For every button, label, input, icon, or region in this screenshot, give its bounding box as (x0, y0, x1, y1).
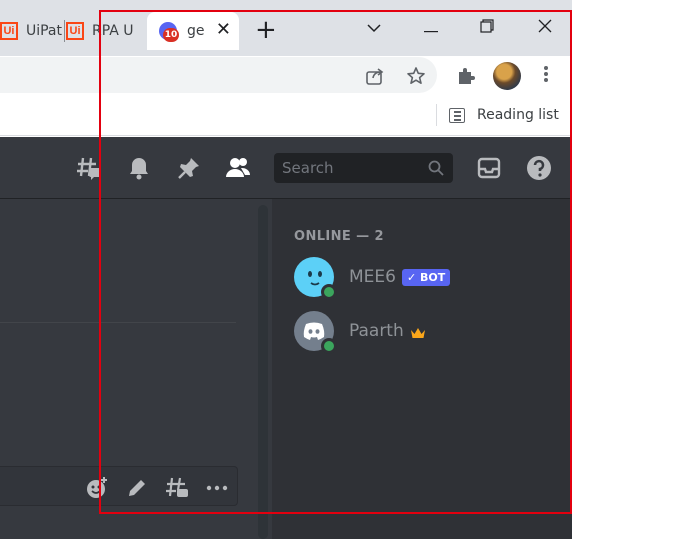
bot-tag: ✓ BOT (401, 268, 451, 286)
tab-separator (64, 20, 65, 42)
discord-favicon-icon: 10 (159, 22, 179, 42)
restore-button[interactable] (472, 14, 502, 42)
edit-message-button[interactable] (124, 475, 150, 501)
chat-scrollbar[interactable] (258, 205, 268, 539)
create-thread-button[interactable] (164, 475, 190, 501)
ellipsis-icon (206, 485, 228, 491)
browser-toolbar (0, 56, 572, 96)
members-icon (226, 158, 251, 177)
tab-uipath[interactable]: Ui UiPat (0, 14, 62, 48)
close-icon (538, 19, 552, 33)
member-item-paarth[interactable]: Paarth (294, 310, 426, 354)
crown-icon (410, 328, 425, 338)
notification-badge: 10 (163, 28, 179, 42)
pencil-icon (129, 480, 145, 496)
dot (544, 78, 548, 82)
reading-list-icon (449, 107, 465, 123)
share-button[interactable] (364, 64, 388, 88)
dot (544, 66, 548, 70)
add-reaction-icon (87, 477, 107, 498)
uipath-favicon-icon: Ui (66, 22, 84, 40)
uipath-favicon-icon: Ui (0, 22, 18, 40)
tab-title: UiPat (25, 23, 62, 39)
help-icon (527, 156, 551, 180)
tab-rpa[interactable]: Ui RPA U (66, 14, 144, 48)
puzzle-icon (459, 68, 475, 84)
new-tab-button[interactable]: + (255, 16, 277, 44)
message-divider (0, 322, 236, 323)
tab-search-button[interactable] (359, 14, 389, 42)
search-box[interactable] (274, 153, 453, 183)
tab-title: RPA U (92, 23, 134, 39)
member-list-toggle[interactable] (225, 155, 251, 181)
avatar (294, 257, 337, 300)
close-window-button[interactable] (530, 14, 560, 42)
search-icon (428, 160, 444, 176)
threads-button[interactable] (76, 155, 102, 181)
minimize-button[interactable] (416, 14, 446, 42)
pin-icon (178, 158, 199, 179)
member-list (272, 199, 572, 539)
dot (544, 72, 548, 76)
notification-settings-button[interactable] (126, 155, 152, 181)
thread-icon (166, 477, 188, 497)
pinned-messages-button[interactable] (176, 155, 202, 181)
member-group-heading: ONLINE — 2 (294, 229, 384, 244)
reading-list-button[interactable]: Reading list (449, 102, 559, 128)
message-action-bar (0, 466, 238, 506)
restore-icon (480, 19, 494, 33)
member-name: Paarth (349, 321, 404, 341)
minimize-icon (424, 31, 438, 33)
bookmarks-bar: Reading list (0, 96, 572, 136)
help-button[interactable] (526, 155, 552, 181)
search-input[interactable] (274, 153, 424, 183)
star-icon (407, 67, 425, 84)
tab-title: ge (187, 23, 205, 39)
inbox-icon (477, 157, 501, 179)
screenshot-root: Ui UiPat Ui RPA U 10 ge ✕ + Reading list… (0, 0, 673, 539)
browser-tab-strip: Ui UiPat Ui RPA U 10 ge ✕ + (0, 0, 572, 56)
chevron-down-icon (367, 24, 381, 33)
reading-list-label: Reading list (477, 107, 559, 123)
online-status-dot (321, 338, 337, 354)
share-icon (366, 68, 384, 85)
discord-logo-icon (303, 322, 325, 340)
extensions-button[interactable] (454, 64, 478, 88)
add-reaction-button[interactable] (84, 475, 110, 501)
bookmark-star-button[interactable] (404, 64, 428, 88)
close-tab-icon[interactable]: ✕ (216, 20, 231, 40)
more-options-button[interactable] (204, 475, 230, 501)
bookmarks-separator (436, 104, 437, 126)
tab-discord-active[interactable]: 10 ge ✕ (147, 12, 239, 50)
member-name: MEE6 (349, 267, 396, 287)
online-status-dot (321, 284, 337, 300)
member-item-mee6[interactable]: MEE6 ✓ BOT (294, 256, 451, 300)
avatar (294, 311, 337, 354)
bell-icon (130, 158, 148, 180)
channel-header (0, 137, 572, 199)
profile-avatar[interactable] (493, 62, 521, 90)
inbox-button[interactable] (476, 155, 502, 181)
chrome-menu-button[interactable] (541, 64, 551, 88)
threads-icon (77, 157, 101, 180)
